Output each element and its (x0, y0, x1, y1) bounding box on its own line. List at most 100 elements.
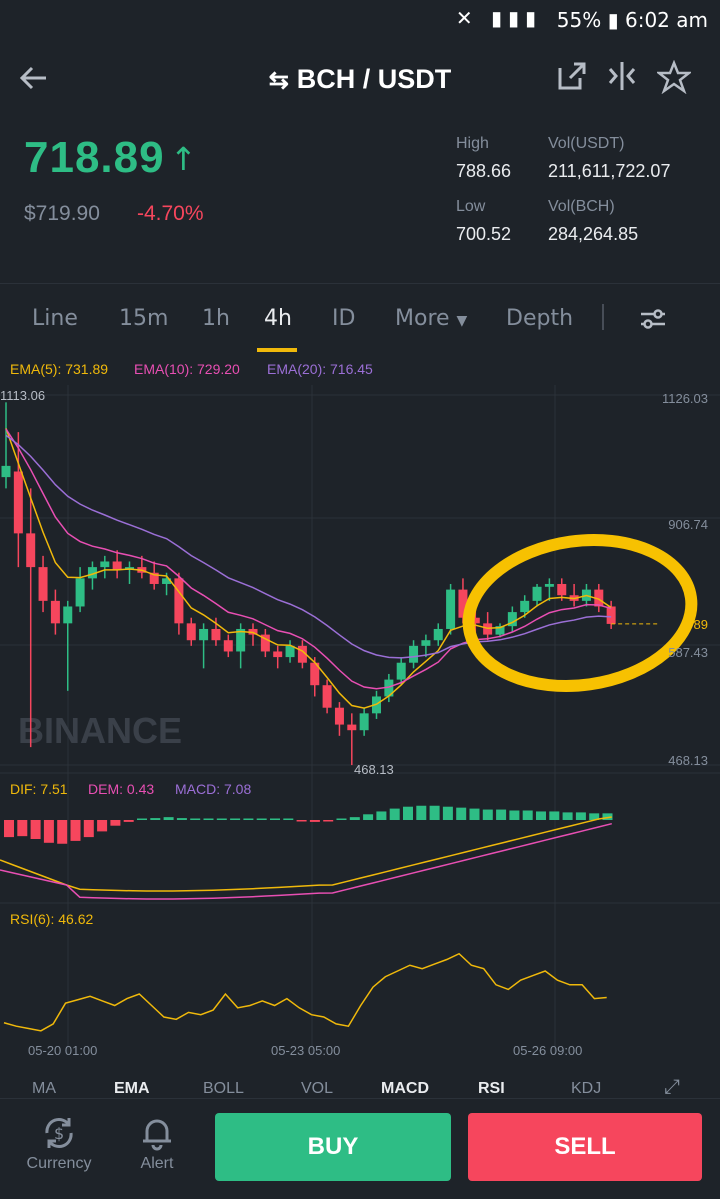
candle-body (606, 606, 616, 624)
buy-button[interactable]: BUY (215, 1113, 451, 1181)
macd-bar (230, 818, 241, 820)
tab-more[interactable]: More ▼ (395, 306, 467, 331)
battery-level: 55% (556, 8, 602, 32)
price-change: -4.70% (137, 202, 204, 225)
macd-bar (403, 806, 413, 820)
y-axis-current: 587.43 (668, 645, 708, 660)
tab-more-label: More (395, 306, 450, 331)
interval-tabs: Line 15m 1h 4h ID More ▼ Depth (0, 283, 720, 359)
compare-icon[interactable] (602, 60, 642, 100)
low-label: Low (456, 198, 486, 215)
macd-bar (17, 820, 28, 837)
tab-divider (602, 304, 604, 330)
candle-body (421, 640, 431, 646)
macd-bar (323, 820, 334, 822)
vol-usdt-label: Vol(USDT) (548, 135, 625, 152)
sell-button[interactable]: SELL (468, 1113, 702, 1181)
clock: 6:02 am (624, 8, 708, 32)
candle-body (520, 600, 530, 613)
tab-15m[interactable]: 15m (119, 306, 168, 331)
caret-down-icon: ▼ (456, 313, 468, 329)
macd-bar (496, 809, 507, 820)
candle-body (359, 713, 369, 731)
ind-tab-ma[interactable]: MA (32, 1080, 56, 1098)
x-axis-label-3: 05-26 09:00 (513, 1043, 583, 1058)
star-icon[interactable] (654, 59, 694, 100)
rsi-legend: RSI(6): 46.62 (10, 911, 94, 927)
tab-depth[interactable]: Depth (506, 306, 573, 331)
candle-body (409, 645, 419, 663)
tab-line[interactable]: Line (32, 306, 78, 331)
rsi-series (3, 952, 607, 1032)
candle-body (75, 578, 85, 607)
open-external-icon[interactable] (552, 60, 592, 100)
ind-tab-kdj[interactable]: KDJ (571, 1080, 601, 1098)
highlight-circle (462, 534, 698, 692)
chart-area[interactable]: EMA(5): 731.89 EMA(10): 729.20 EMA(20): … (0, 355, 720, 1065)
candle-body (174, 578, 184, 624)
ind-tab-boll[interactable]: BOLL (203, 1080, 244, 1098)
settings-sliders-icon[interactable] (638, 304, 668, 334)
macd-bar (57, 820, 68, 844)
min-price-marker: 468.13 (354, 762, 394, 777)
macd-bar (150, 818, 161, 820)
candle-body (446, 589, 456, 629)
last-price-tag: 89 (693, 617, 708, 632)
swap-icon: ⇆ (268, 67, 289, 94)
candle-body (433, 628, 443, 641)
macd-bar (283, 818, 294, 820)
low-value: 700.52 (456, 224, 512, 244)
macd-bar (256, 818, 267, 820)
macd-bar (575, 812, 586, 820)
macd-bar (190, 818, 201, 820)
macd-bar (509, 810, 520, 820)
ind-tab-macd[interactable]: MACD (381, 1080, 429, 1098)
macd-bar (522, 810, 533, 820)
macd-bar (469, 808, 480, 820)
macd-bar (270, 818, 280, 820)
macd-bar (482, 809, 493, 820)
ind-tab-rsi[interactable]: RSI (478, 1080, 505, 1098)
macd-bar (97, 820, 108, 832)
macd-bar (309, 820, 320, 822)
tab-1h[interactable]: 1h (202, 306, 230, 331)
macd-bar (376, 811, 387, 820)
status-bar: ✕ ▮▮▮ 55% ▮ 6:02 am (0, 0, 720, 42)
macd-bar (110, 820, 121, 826)
macd-bar (176, 818, 187, 820)
expand-icon[interactable]: ⤢ (664, 1076, 680, 1098)
macd-bar (549, 811, 560, 820)
vol-usdt-value: 211,611,722.07 (548, 161, 671, 181)
y-axis-bottom: 468.13 (668, 753, 708, 768)
macd-legend: MACD: 7.08 (175, 781, 252, 797)
candle-body (100, 561, 110, 568)
nav-alert[interactable]: Alert (112, 1111, 202, 1173)
macd-bar (429, 805, 440, 820)
currency-exchange-icon: $ (14, 1111, 104, 1155)
nav-currency[interactable]: $ Currency (14, 1111, 104, 1173)
candlestick-chart: BINANCE (0, 385, 720, 1055)
candle-body (273, 651, 283, 658)
macd-bar (137, 818, 147, 820)
vol-bch-label: Vol(BCH) (548, 198, 615, 215)
up-arrow-icon: ↑ (170, 140, 197, 178)
tab-1d[interactable]: ID (332, 306, 355, 331)
tab-4h[interactable]: 4h (264, 306, 292, 331)
rsi-line (3, 952, 607, 1032)
nav-currency-label: Currency (26, 1155, 92, 1172)
ind-tab-ema[interactable]: EMA (114, 1080, 150, 1098)
candle-body (112, 561, 122, 570)
y-axis-mid: 906.74 (668, 517, 708, 532)
macd-bar (562, 812, 573, 820)
last-price: 718.89 (24, 133, 165, 182)
candle-body (13, 471, 23, 534)
ind-tab-vol[interactable]: VOL (301, 1080, 333, 1098)
macd-bar (30, 820, 41, 839)
candle-body (211, 628, 221, 641)
candle-body (1, 465, 11, 478)
macd-bar (83, 820, 94, 838)
signal-icons: ✕ ▮▮▮ (455, 6, 542, 30)
macd-bar (203, 818, 214, 820)
candle-body (396, 662, 406, 680)
candle-body (186, 623, 196, 641)
